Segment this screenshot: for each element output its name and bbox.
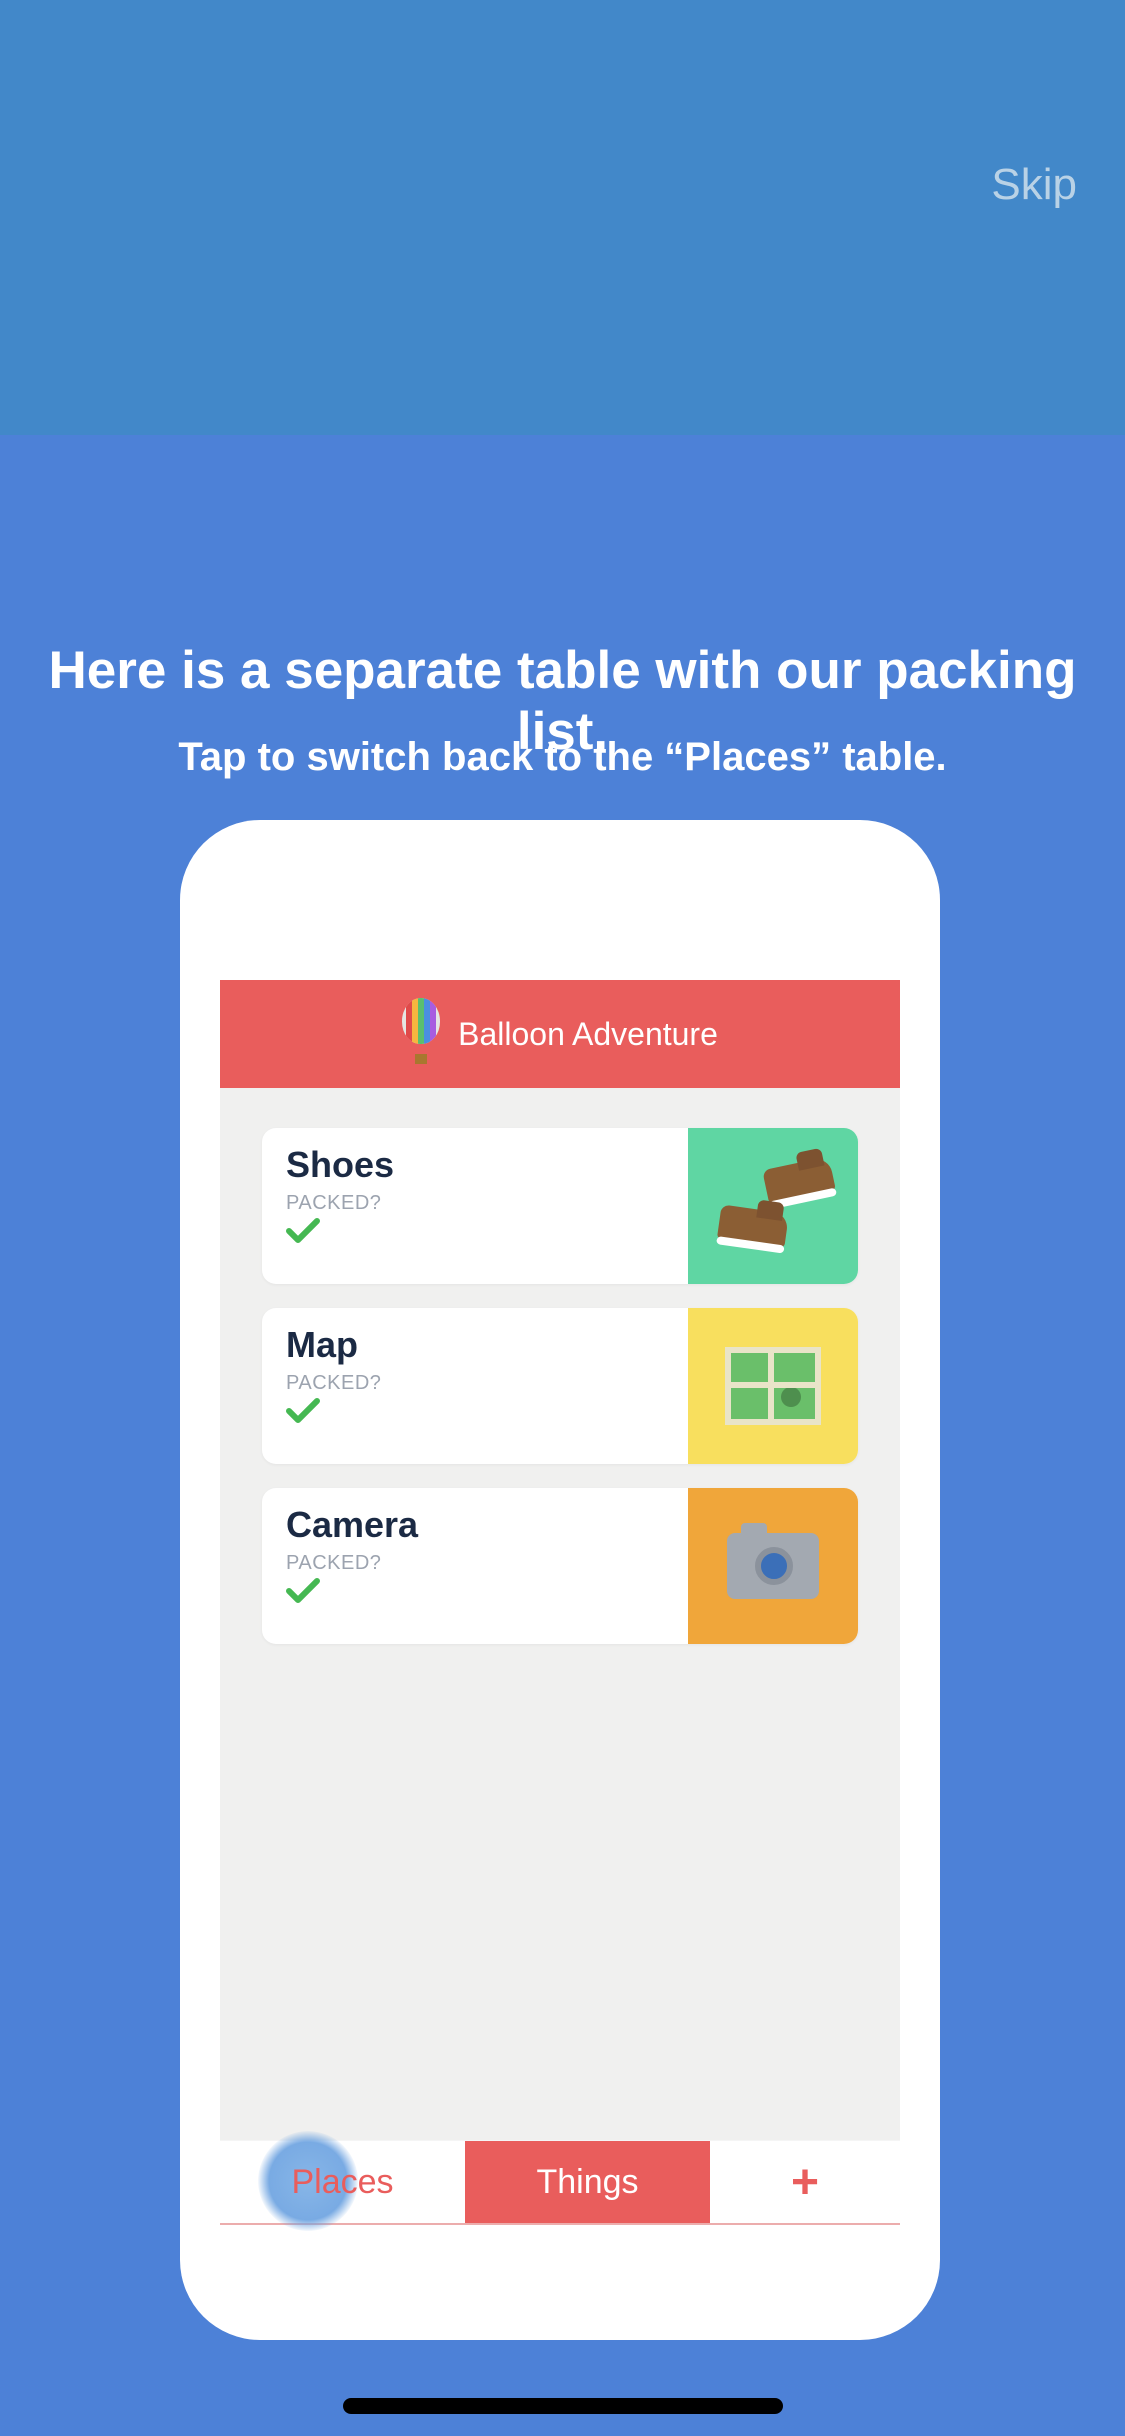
list-item[interactable]: Map PACKED? (262, 1308, 858, 1464)
phone-screen: Balloon Adventure Shoes PACKED? (220, 980, 900, 2225)
app-title: Balloon Adventure (458, 1016, 718, 1053)
check-icon (286, 1217, 320, 1245)
item-sub: PACKED? (286, 1192, 664, 1215)
home-indicator[interactable] (343, 2398, 783, 2414)
packing-list: Shoes PACKED? Map PACKED? (220, 1088, 900, 1644)
tab-label: Places (291, 2163, 393, 2202)
app-header: Balloon Adventure (220, 980, 900, 1088)
skip-button[interactable]: Skip (991, 160, 1077, 210)
onboarding-subheading: Tap to switch back to the “Places” table… (0, 735, 1125, 780)
item-sub: PACKED? (286, 1552, 664, 1575)
balloon-icon (402, 998, 440, 1070)
list-item[interactable]: Camera PACKED? (262, 1488, 858, 1644)
camera-icon (688, 1488, 858, 1644)
table-tabs: Places Things + (220, 2140, 900, 2225)
tab-label: Things (536, 2163, 638, 2202)
list-item[interactable]: Shoes PACKED? (262, 1128, 858, 1284)
item-sub: PACKED? (286, 1372, 664, 1395)
item-name: Map (286, 1324, 664, 1366)
check-icon (286, 1577, 320, 1605)
tab-places[interactable]: Places (220, 2141, 465, 2223)
check-icon (286, 1397, 320, 1425)
top-bar-area: Skip (0, 0, 1125, 435)
map-icon (688, 1308, 858, 1464)
phone-mockup: Balloon Adventure Shoes PACKED? (180, 820, 940, 2340)
shoes-icon (688, 1128, 858, 1284)
item-name: Shoes (286, 1144, 664, 1186)
onboarding-screen: Skip Here is a separate table with our p… (0, 0, 1125, 2436)
add-table-button[interactable]: + (710, 2141, 900, 2223)
item-name: Camera (286, 1504, 664, 1546)
plus-icon: + (791, 2155, 819, 2210)
tab-things[interactable]: Things (465, 2141, 710, 2223)
